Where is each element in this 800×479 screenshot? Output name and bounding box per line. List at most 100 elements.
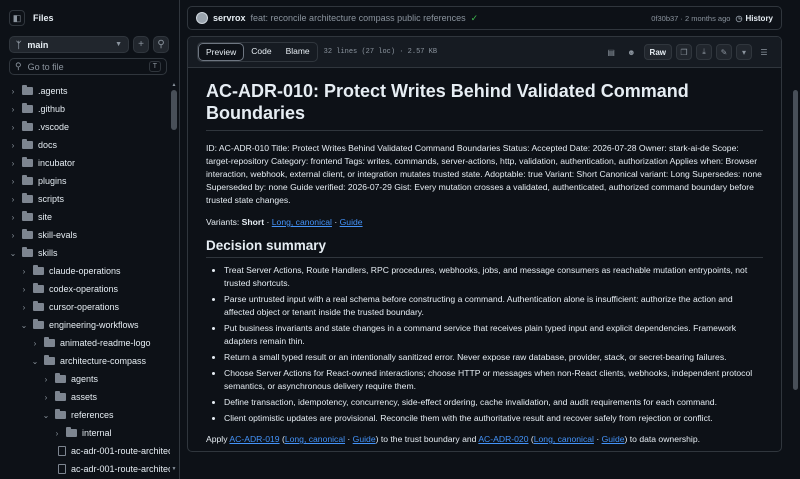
tree-folder[interactable]: › docs xyxy=(0,136,170,154)
folder-icon xyxy=(44,337,55,347)
commit-message[interactable]: feat: reconcile architecture compass pub… xyxy=(251,13,466,23)
commit-author[interactable]: servrox xyxy=(213,13,246,23)
copy-icon[interactable]: ❐ xyxy=(676,44,692,60)
copilot-icon[interactable]: ☻ xyxy=(623,44,639,60)
variant-long-link[interactable]: Long, canonical xyxy=(272,217,332,227)
shortcut-hint: T xyxy=(148,61,161,72)
chevron-down-icon: ⌄ xyxy=(20,320,28,330)
tree-item-label: .github xyxy=(38,104,66,114)
file-view-panel: Preview Code Blame 32 lines (27 loc) · 2… xyxy=(187,36,782,452)
tree-file[interactable]: ac-adr-001-route-architectu… xyxy=(0,442,170,460)
tree-item-label: ac-adr-001-route-architectu… xyxy=(71,446,170,456)
chevron-right-icon: › xyxy=(11,158,15,168)
variants-line: Variants: Short · Long, canonical · Guid… xyxy=(206,216,763,229)
tree-folder[interactable]: › internal xyxy=(0,424,170,442)
list-item: Choose Server Actions for React-owned in… xyxy=(224,367,763,393)
page-scrollbar[interactable] xyxy=(791,0,800,479)
adr-019-link[interactable]: AC-ADR-019 xyxy=(229,434,279,444)
go-to-file-input[interactable]: ⚲ Go to file T xyxy=(9,58,167,75)
tree-item-label: ac-adr-001-route-architectu… xyxy=(71,464,170,474)
separator: · xyxy=(266,217,270,227)
file-info: 32 lines (27 loc) · 2.57 KB xyxy=(323,48,438,56)
chevron-down-icon[interactable]: ▾ xyxy=(736,44,752,60)
file-actions: ▤ ☻ Raw ❐ ⤓ ✎ ▾ ☰ xyxy=(603,44,772,60)
tree-folder[interactable]: ⌄ skills xyxy=(0,244,170,262)
file-tree: › .agents › .github › .vscode › docs › incubator ›… xyxy=(0,82,170,478)
tree-item-label: claude-operations xyxy=(49,266,121,276)
variant-short: Short xyxy=(241,217,265,227)
adr-020-link[interactable]: AC-ADR-020 xyxy=(478,434,528,444)
adr-020-long-link[interactable]: Long, canonical xyxy=(534,434,594,444)
tree-folder[interactable]: › claude-operations xyxy=(0,262,170,280)
adr-019-long-link[interactable]: Long, canonical xyxy=(285,434,345,444)
tree-folder[interactable]: › scripts xyxy=(0,190,170,208)
folder-icon xyxy=(22,121,33,131)
tree-item-label: architecture-compass xyxy=(60,356,147,366)
raw-button[interactable]: Raw xyxy=(643,44,672,60)
tree-folder[interactable]: › codex-operations xyxy=(0,280,170,298)
app: ◧ Files ᛉ main ▼ + ⚲ ⚲ Go to file T › .ag… xyxy=(0,0,800,479)
list-item: Parse untrusted input with a real schema… xyxy=(224,293,763,319)
chevron-right-icon: › xyxy=(22,302,26,312)
avatar[interactable] xyxy=(196,12,208,24)
sidebar-scrollbar[interactable]: ▲ ▼ xyxy=(171,82,177,472)
tree-item-label: skills xyxy=(38,248,58,258)
tree-folder[interactable]: › site xyxy=(0,208,170,226)
tree-folder[interactable]: › assets xyxy=(0,388,170,406)
variant-guide-link[interactable]: Guide xyxy=(340,217,363,227)
adr-019-guide-link[interactable]: Guide xyxy=(353,434,376,444)
adr-020-guide-link[interactable]: Guide xyxy=(602,434,625,444)
tab-blame[interactable]: Blame xyxy=(279,43,317,61)
tree-item-label: scripts xyxy=(38,194,65,204)
collapse-sidebar-icon[interactable]: ◧ xyxy=(9,10,25,26)
history-button[interactable]: ◷ History xyxy=(735,14,773,23)
branch-selector[interactable]: ᛉ main ▼ xyxy=(9,36,129,53)
folder-icon xyxy=(55,391,66,401)
tree-item-label: assets xyxy=(71,392,98,402)
chevron-right-icon: › xyxy=(22,284,26,294)
latest-commit-bar: servrox feat: reconcile architecture com… xyxy=(187,6,782,30)
tree-item-label: engineering-workflows xyxy=(49,320,139,330)
commit-hash-time[interactable]: 0f30b37 · 2 months ago xyxy=(651,14,730,23)
tree-folder[interactable]: › cursor-operations xyxy=(0,298,170,316)
branch-row: ᛉ main ▼ + ⚲ xyxy=(9,36,169,53)
tree-folder[interactable]: › plugins xyxy=(0,172,170,190)
tree-folder[interactable]: › .github xyxy=(0,100,170,118)
tree-folder[interactable]: › .agents xyxy=(0,82,170,100)
page-title: AC-ADR-010: Protect Writes Behind Valida… xyxy=(206,80,763,131)
variants-label: Variants: xyxy=(206,217,240,227)
tree-item-label: incubator xyxy=(38,158,76,168)
scroll-down-icon[interactable]: ▼ xyxy=(171,466,177,472)
scrollbar-thumb[interactable] xyxy=(793,90,798,390)
chevron-right-icon: › xyxy=(11,212,15,222)
open-symbols-icon[interactable]: ▤ xyxy=(603,44,619,60)
tree-folder[interactable]: › .vscode xyxy=(0,118,170,136)
chevron-right-icon: › xyxy=(11,104,15,114)
tree-folder[interactable]: ⌄ architecture-compass xyxy=(0,352,170,370)
tree-folder[interactable]: › incubator xyxy=(0,154,170,172)
tree-folder[interactable]: ⌄ engineering-workflows xyxy=(0,316,170,334)
list-item: Client optimistic updates are provisiona… xyxy=(224,412,763,425)
tree-file[interactable]: ac-adr-001-route-architectu… xyxy=(0,460,170,478)
footer-text: Apply xyxy=(206,434,230,444)
outline-icon[interactable]: ☰ xyxy=(756,44,772,60)
scroll-up-icon[interactable]: ▲ xyxy=(171,82,177,88)
download-icon[interactable]: ⤓ xyxy=(696,44,712,60)
tree-item-label: internal xyxy=(82,428,112,438)
scrollbar-thumb[interactable] xyxy=(171,90,177,130)
tree-item-label: .agents xyxy=(38,86,68,96)
tree-folder[interactable]: › agents xyxy=(0,370,170,388)
chevron-right-icon: › xyxy=(11,140,15,150)
chevron-right-icon: › xyxy=(11,194,15,204)
folder-icon xyxy=(55,409,66,419)
tab-code[interactable]: Code xyxy=(244,43,278,61)
tab-preview[interactable]: Preview xyxy=(198,43,245,61)
list-item: Define transaction, idempotency, concurr… xyxy=(224,396,763,409)
search-button[interactable]: ⚲ xyxy=(153,36,169,53)
tree-folder[interactable]: ⌄ references xyxy=(0,406,170,424)
tree-folder[interactable]: › skill-evals xyxy=(0,226,170,244)
add-file-button[interactable]: + xyxy=(133,36,149,53)
edit-icon[interactable]: ✎ xyxy=(716,44,732,60)
tree-folder[interactable]: › animated-readme-logo xyxy=(0,334,170,352)
chevron-down-icon: ⌄ xyxy=(31,356,39,366)
